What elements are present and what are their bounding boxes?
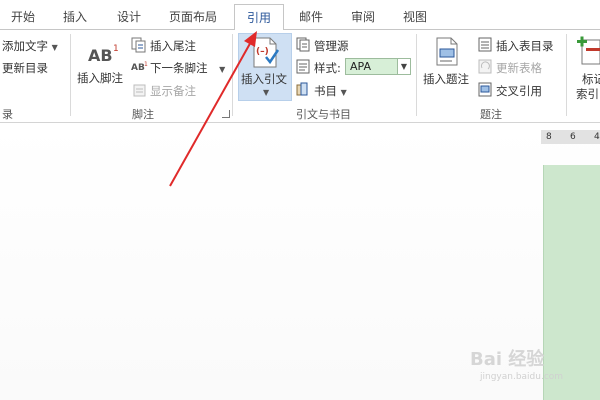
- group-separator: [70, 34, 71, 116]
- insert-caption-button[interactable]: 插入题注: [423, 71, 469, 87]
- next-footnote-icon: AB 1: [131, 59, 149, 78]
- tab-references[interactable]: 引用: [234, 4, 284, 30]
- ruler-mark: 6: [570, 132, 576, 142]
- show-notes-button[interactable]: 显示备注: [150, 83, 196, 99]
- chevron-down-icon: ▼: [263, 88, 270, 97]
- ruler-mark: 8: [546, 132, 552, 142]
- insert-citation-label: 插入引文: [241, 72, 287, 86]
- cross-reference-icon: [478, 82, 493, 101]
- ribbon-tab-bar: 开始 插入 设计 页面布局 引用 邮件 审阅 视图: [0, 0, 600, 30]
- mark-entry-label-line1[interactable]: 标记: [582, 71, 600, 87]
- next-footnote-label: 下一条脚注: [150, 61, 208, 75]
- style-icon: [296, 59, 311, 78]
- bibliography-label: 书目: [314, 84, 337, 98]
- chevron-down-icon: ▼: [51, 43, 58, 52]
- group-separator: [566, 34, 567, 116]
- tab-mailings[interactable]: 邮件: [294, 6, 328, 28]
- document-page[interactable]: [543, 165, 600, 400]
- svg-text:1: 1: [113, 44, 119, 54]
- mark-entry-label-line2[interactable]: 索引: [576, 86, 599, 102]
- style-label: 样式:: [314, 61, 341, 75]
- bibliography-button[interactable]: 书目 ▼: [314, 83, 347, 99]
- insert-caption-icon: [435, 37, 461, 71]
- insert-citation-icon: (–): [252, 37, 280, 73]
- update-table-icon: [478, 59, 493, 78]
- chevron-down-icon: ▼: [340, 88, 347, 97]
- insert-footnote-button[interactable]: 插入脚注: [77, 70, 123, 86]
- manage-sources-button[interactable]: 管理源: [314, 38, 349, 54]
- table-of-figures-icon: [478, 37, 493, 56]
- tab-page-layout[interactable]: 页面布局: [165, 6, 221, 28]
- mark-entry-icon: [574, 34, 600, 70]
- footnotes-group-label: 脚注: [132, 108, 154, 121]
- add-text-button[interactable]: 添加文字 ▼: [2, 38, 58, 54]
- cross-reference-button[interactable]: 交叉引用: [496, 83, 542, 99]
- watermark-logo: Bai 经验: [470, 349, 545, 370]
- next-footnote-button[interactable]: 下一条脚注 ▼: [150, 60, 225, 76]
- insert-footnote-icon[interactable]: AB 1: [88, 42, 120, 70]
- update-table-button[interactable]: 更新表格: [496, 60, 542, 76]
- citations-group-label: 引文与书目: [296, 108, 351, 121]
- citation-style-select[interactable]: APA ▼: [345, 58, 411, 75]
- group-separator: [232, 34, 233, 116]
- ruler-mark: 4: [594, 132, 600, 142]
- group-separator: [416, 34, 417, 116]
- svg-text:(–): (–): [256, 47, 269, 57]
- chevron-down-icon: ▼: [219, 65, 226, 74]
- bibliography-icon: [296, 82, 311, 101]
- captions-group-label: 题注: [480, 108, 502, 121]
- insert-endnote-icon: [131, 37, 147, 57]
- tab-view[interactable]: 视图: [398, 6, 432, 28]
- svg-text:1: 1: [144, 61, 148, 68]
- chevron-down-icon[interactable]: ▼: [397, 59, 410, 74]
- tab-review[interactable]: 审阅: [346, 6, 380, 28]
- toc-group-label: 录: [2, 108, 13, 121]
- add-text-label: 添加文字: [2, 39, 48, 53]
- svg-text:AB: AB: [88, 46, 113, 65]
- show-notes-icon: [133, 82, 146, 101]
- manage-sources-icon: [296, 37, 311, 56]
- svg-text:AB: AB: [131, 63, 145, 73]
- insert-endnote-button[interactable]: 插入尾注: [150, 38, 196, 54]
- citation-style-value: APA: [350, 60, 371, 73]
- tab-design[interactable]: 设计: [112, 6, 146, 28]
- dialog-launcher-icon[interactable]: [222, 110, 230, 118]
- watermark-url: jingyan.baidu.com: [480, 372, 564, 382]
- tab-insert[interactable]: 插入: [58, 6, 92, 28]
- tab-home[interactable]: 开始: [6, 6, 40, 28]
- update-toc-button[interactable]: 更新目录: [2, 60, 48, 76]
- insert-table-of-figures-button[interactable]: 插入表目录: [496, 38, 554, 54]
